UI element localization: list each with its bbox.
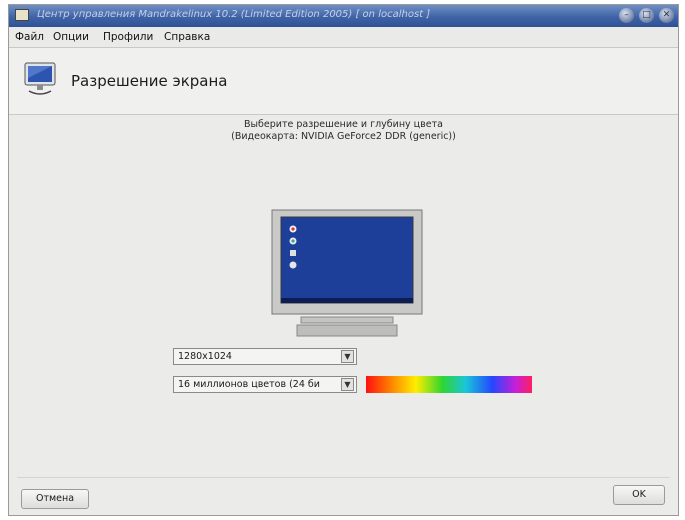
resolution-select[interactable]: 1280x1024 ▼: [173, 348, 357, 365]
menu-help[interactable]: Справка: [164, 31, 210, 43]
menu-profiles[interactable]: Профили: [103, 31, 153, 43]
color-depth-value: 16 миллионов цветов (24 би: [178, 379, 320, 390]
chevron-down-icon[interactable]: ▼: [341, 350, 354, 363]
color-spectrum-preview: [366, 376, 532, 393]
ok-button[interactable]: OK: [613, 485, 665, 505]
minimize-button[interactable]: –: [619, 8, 634, 23]
menu-file[interactable]: Файл: [15, 31, 44, 43]
chevron-down-icon[interactable]: ▼: [341, 378, 354, 391]
display-icon: [24, 62, 56, 95]
color-depth-select[interactable]: 16 миллионов цветов (24 би ▼: [173, 376, 357, 393]
prompt-text: Выберите разрешение и глубину цвета: [244, 119, 443, 130]
app-icon: [15, 9, 29, 21]
page-title: Разрешение экрана: [71, 72, 228, 90]
window-title: Центр управления Mandrakelinux 10.2 (Lim…: [37, 9, 431, 20]
menu-options[interactable]: Опции: [53, 31, 89, 43]
maximize-button[interactable]: □: [639, 8, 654, 23]
close-button[interactable]: ✕: [659, 8, 674, 23]
video-card-info: (Видеокарта: NVIDIA GeForce2 DDR (generi…: [231, 131, 456, 142]
title-bar[interactable]: Центр управления Mandrakelinux 10.2 (Lim…: [9, 5, 678, 27]
menu-bar: Файл Опции Профили Справка: [9, 27, 678, 47]
monitor-illustration: [271, 209, 423, 337]
header-panel: Разрешение экрана: [9, 47, 678, 115]
control-center-window: Центр управления Mandrakelinux 10.2 (Lim…: [8, 4, 679, 516]
resolution-value: 1280x1024: [178, 351, 232, 362]
cancel-button[interactable]: Отмена: [21, 489, 89, 509]
footer-divider: [17, 477, 670, 478]
